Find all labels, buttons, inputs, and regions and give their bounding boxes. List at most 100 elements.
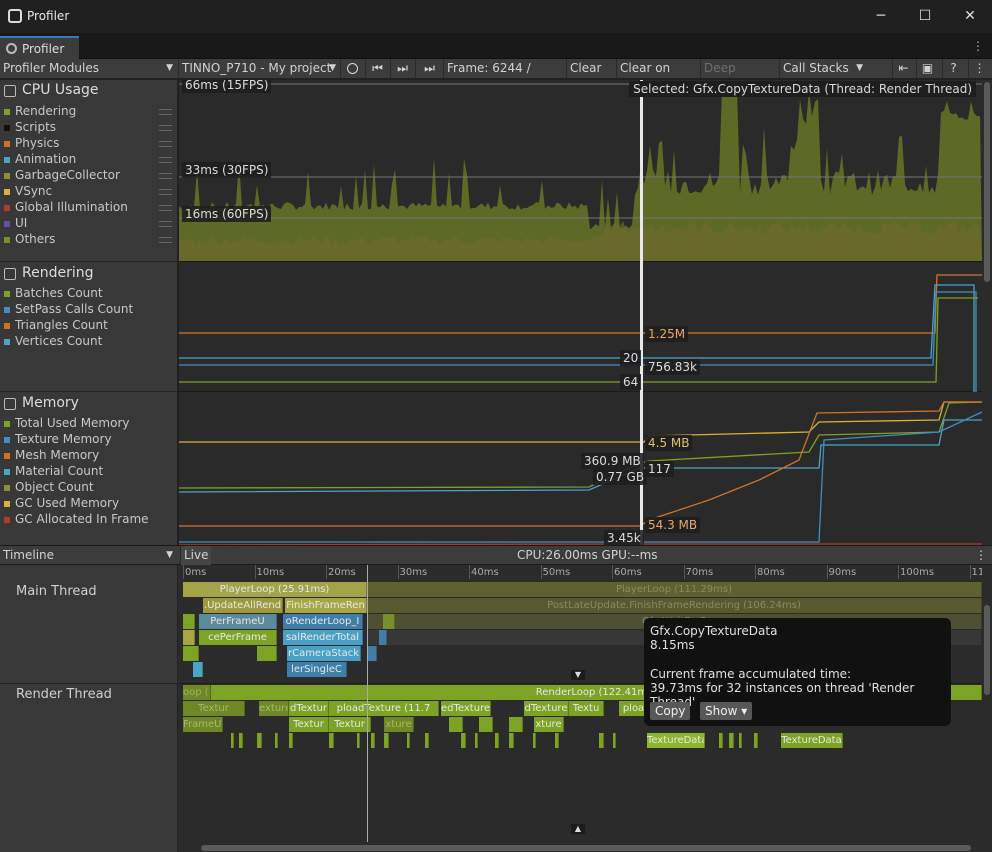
main-thread-label[interactable]: Main Thread xyxy=(16,584,97,599)
timeline-fragment[interactable] xyxy=(449,717,463,732)
close-icon[interactable]: ✕ xyxy=(962,8,978,24)
minimize-icon[interactable]: ─ xyxy=(873,8,889,24)
renderloop-sample[interactable]: oop (1 xyxy=(183,685,211,700)
expand-arrow-icon[interactable]: ▲ xyxy=(571,824,585,834)
upload-texture-sample[interactable]: dTextur xyxy=(289,701,329,716)
render-thread-label[interactable]: Render Thread xyxy=(16,687,112,702)
drag-handle-icon[interactable] xyxy=(159,141,172,147)
legend-item[interactable]: Rendering xyxy=(15,104,76,118)
drag-handle-icon[interactable] xyxy=(159,221,172,227)
render-total-sample[interactable]: salRenderTotal xyxy=(283,630,363,645)
postlate-update-sample[interactable]: PostLateUpdate.FinishFrameRendering (106… xyxy=(367,598,982,613)
timeline-fragment[interactable] xyxy=(533,733,536,748)
legend-item[interactable]: Vertices Count xyxy=(15,334,102,348)
texture-sample[interactable]: Textur xyxy=(289,717,329,732)
legend-item[interactable]: GC Used Memory xyxy=(15,496,119,510)
tab-profiler[interactable]: Profiler xyxy=(0,36,79,59)
timeline-menu-icon[interactable]: ⋮ xyxy=(972,546,990,565)
memory-module[interactable]: Memory Total Used Memory Texture Memory Me… xyxy=(0,392,178,545)
collapse-arrow-icon[interactable]: ▼ xyxy=(571,670,585,680)
timeline-fragment[interactable] xyxy=(475,733,478,748)
legend-item[interactable]: UI xyxy=(15,216,27,230)
profiler-modules-dropdown[interactable]: Profiler Modules ▼ xyxy=(0,59,178,78)
timeline-fragment[interactable] xyxy=(257,646,277,661)
timeline-fragment[interactable] xyxy=(425,733,429,748)
copy-button[interactable]: Copy xyxy=(650,702,691,720)
texture-sample[interactable]: xture xyxy=(534,717,564,732)
current-frame-button[interactable]: ⏭ xyxy=(415,59,443,78)
timeline-fragment[interactable] xyxy=(367,646,377,661)
drag-handle-icon[interactable] xyxy=(159,157,172,163)
tab-menu-icon[interactable]: ⋮ xyxy=(972,39,984,53)
target-selector[interactable]: TINNO_P710 - My project ▼ xyxy=(178,59,339,78)
timeline-fragment[interactable] xyxy=(479,717,493,732)
legend-item[interactable]: Others xyxy=(15,232,55,246)
legend-item[interactable]: Mesh Memory xyxy=(15,448,99,462)
maximize-icon[interactable]: ☐ xyxy=(917,8,933,24)
view-mode-dropdown[interactable]: Timeline ▼ xyxy=(0,546,178,565)
frame-update-sample[interactable]: FrameUpd xyxy=(183,717,223,732)
save-button[interactable]: ▣ xyxy=(916,59,938,78)
timeline-fragment[interactable] xyxy=(509,733,514,748)
single-camera-sample[interactable]: lerSingleC xyxy=(287,662,347,677)
drag-handle-icon[interactable] xyxy=(159,205,172,211)
timeline-fragment[interactable] xyxy=(495,733,499,748)
charts-scrollbar[interactable] xyxy=(982,80,992,545)
legend-item[interactable]: Total Used Memory xyxy=(15,416,130,430)
timeline-fragment[interactable] xyxy=(239,733,243,748)
live-toggle[interactable]: Live xyxy=(180,546,211,565)
legend-item[interactable]: Triangles Count xyxy=(15,318,108,332)
upload-texture-sample[interactable]: exture xyxy=(259,701,289,716)
timeline-fragment[interactable] xyxy=(289,733,293,748)
playerloop-sample[interactable]: PlayerLoop (25.91ms) xyxy=(183,582,367,597)
deep-profile-toggle[interactable]: Deep Profile xyxy=(700,59,778,94)
timeline-fragment[interactable] xyxy=(719,733,723,748)
upload-texture-sample[interactable]: ploadTexture (11.7 xyxy=(329,701,439,716)
legend-item[interactable]: Global Illumination xyxy=(15,200,128,214)
timeline-fragment[interactable] xyxy=(407,733,410,748)
upload-texture-sample[interactable]: edTexture xyxy=(441,701,491,716)
legend-item[interactable]: Animation xyxy=(15,152,76,166)
timeline-fragment[interactable] xyxy=(509,717,523,732)
per-frame-update-sample[interactable]: PerFrameU xyxy=(199,614,277,629)
previous-frame-button[interactable]: ⏮ xyxy=(365,59,389,78)
call-stacks-dropdown[interactable]: Call Stacks ▼ xyxy=(779,59,867,78)
drag-handle-icon[interactable] xyxy=(159,237,172,243)
legend-item[interactable]: Object Count xyxy=(15,480,94,494)
timeline-fragment[interactable] xyxy=(275,733,278,748)
scrollbar-thumb[interactable] xyxy=(984,82,990,282)
timeline-fragment[interactable] xyxy=(613,733,616,748)
help-button[interactable]: ? xyxy=(942,59,964,78)
drag-handle-icon[interactable] xyxy=(159,109,172,115)
legend-item[interactable]: Scripts xyxy=(15,120,56,134)
copy-texture-data-sample[interactable]: TextureData xyxy=(647,733,705,748)
timeline-fragment[interactable] xyxy=(599,733,604,748)
upload-texture-sample[interactable]: Textur xyxy=(183,701,245,716)
legend-item[interactable]: VSync xyxy=(15,184,52,198)
profiler-charts[interactable]: Selected: Gfx.CopyTextureData (Thread: R… xyxy=(179,80,982,545)
rendering-module[interactable]: Rendering Batches Count SetPass Calls Cou… xyxy=(0,262,178,392)
timeline-hscrollbar[interactable] xyxy=(179,842,982,852)
playerloop-sample[interactable]: PlayerLoop (111.29ms) xyxy=(367,582,982,597)
timeline-fragment[interactable] xyxy=(329,733,334,748)
timeline-fragment[interactable] xyxy=(257,733,262,748)
legend-item[interactable]: Texture Memory xyxy=(15,432,112,446)
timeline-fragment[interactable] xyxy=(384,733,389,748)
record-button[interactable] xyxy=(340,59,364,78)
drag-handle-icon[interactable] xyxy=(159,173,172,179)
copy-texture-data-sample[interactable]: TextureData xyxy=(781,733,843,748)
clear-button[interactable]: Clear xyxy=(566,59,609,78)
legend-item[interactable]: Material Count xyxy=(15,464,103,478)
timeline-fragment[interactable] xyxy=(183,646,199,661)
timeline-fragment[interactable] xyxy=(555,733,559,748)
per-frame-sample[interactable]: cePerFrame xyxy=(199,630,277,645)
timeline-fragment[interactable] xyxy=(371,733,375,748)
legend-item[interactable]: GC Allocated In Frame xyxy=(15,512,149,526)
timeline-fragment[interactable] xyxy=(729,733,734,748)
timeline-fragment[interactable] xyxy=(231,733,234,748)
camera-stack-sample[interactable]: rCameraStack xyxy=(287,646,361,661)
clear-on-play-toggle[interactable]: Clear on Play xyxy=(616,59,698,94)
toolbar-menu-button[interactable]: ⋮ xyxy=(968,59,990,78)
texture-sample[interactable]: Textur xyxy=(329,717,371,732)
update-all-renderers-sample[interactable]: .UpdateAllRend xyxy=(203,598,283,613)
